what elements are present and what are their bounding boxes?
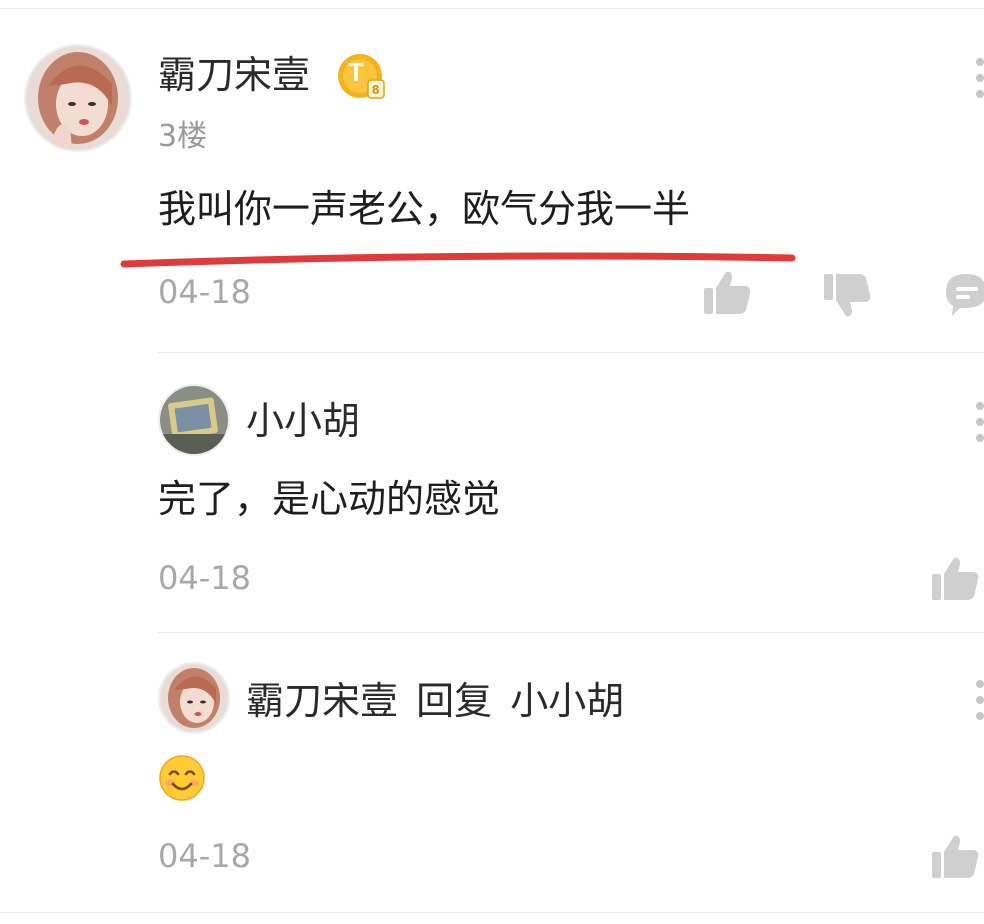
avatar[interactable] (158, 384, 230, 456)
top-divider (0, 8, 984, 9)
comment-date: 04-18 (158, 837, 251, 875)
avatar-image (26, 46, 130, 150)
smiling-face-icon (159, 755, 205, 801)
reply-target-username[interactable]: 小小胡 (510, 679, 624, 723)
more-options-icon[interactable] (976, 402, 984, 450)
comment-date: 04-18 (158, 559, 251, 597)
more-options-icon[interactable] (976, 58, 984, 106)
floor-number: 3楼 (158, 119, 208, 154)
avatar-image (160, 664, 228, 732)
reply-divider (158, 632, 984, 633)
like-icon[interactable] (702, 268, 752, 318)
like-icon[interactable] (930, 554, 980, 604)
avatar-image (160, 386, 228, 454)
comment-date: 04-18 (158, 273, 251, 311)
reply-divider (158, 352, 984, 353)
more-options-icon[interactable] (976, 680, 984, 728)
username[interactable]: 霸刀宋壹 (158, 56, 310, 94)
username[interactable]: 霸刀宋壹 (246, 679, 398, 723)
badge-letter: T (348, 57, 364, 87)
avatar[interactable] (24, 44, 132, 152)
dislike-icon[interactable] (822, 272, 872, 322)
comment-text: 我叫你一声老公，欧气分我一半 (158, 187, 691, 231)
username[interactable]: 小小胡 (246, 402, 360, 440)
level-badge: T 8 (336, 52, 385, 100)
reply-header: 霸刀宋壹 回复 小小胡 (246, 682, 624, 720)
bottom-divider (0, 912, 984, 913)
reply-icon[interactable] (944, 272, 984, 318)
highlight-underline (120, 252, 796, 268)
badge-level: 8 (372, 82, 380, 97)
reply-word: 回复 (416, 679, 493, 723)
avatar[interactable] (158, 662, 230, 734)
like-icon[interactable] (930, 832, 980, 882)
comment-text: 完了，是心动的感觉 (158, 477, 501, 521)
